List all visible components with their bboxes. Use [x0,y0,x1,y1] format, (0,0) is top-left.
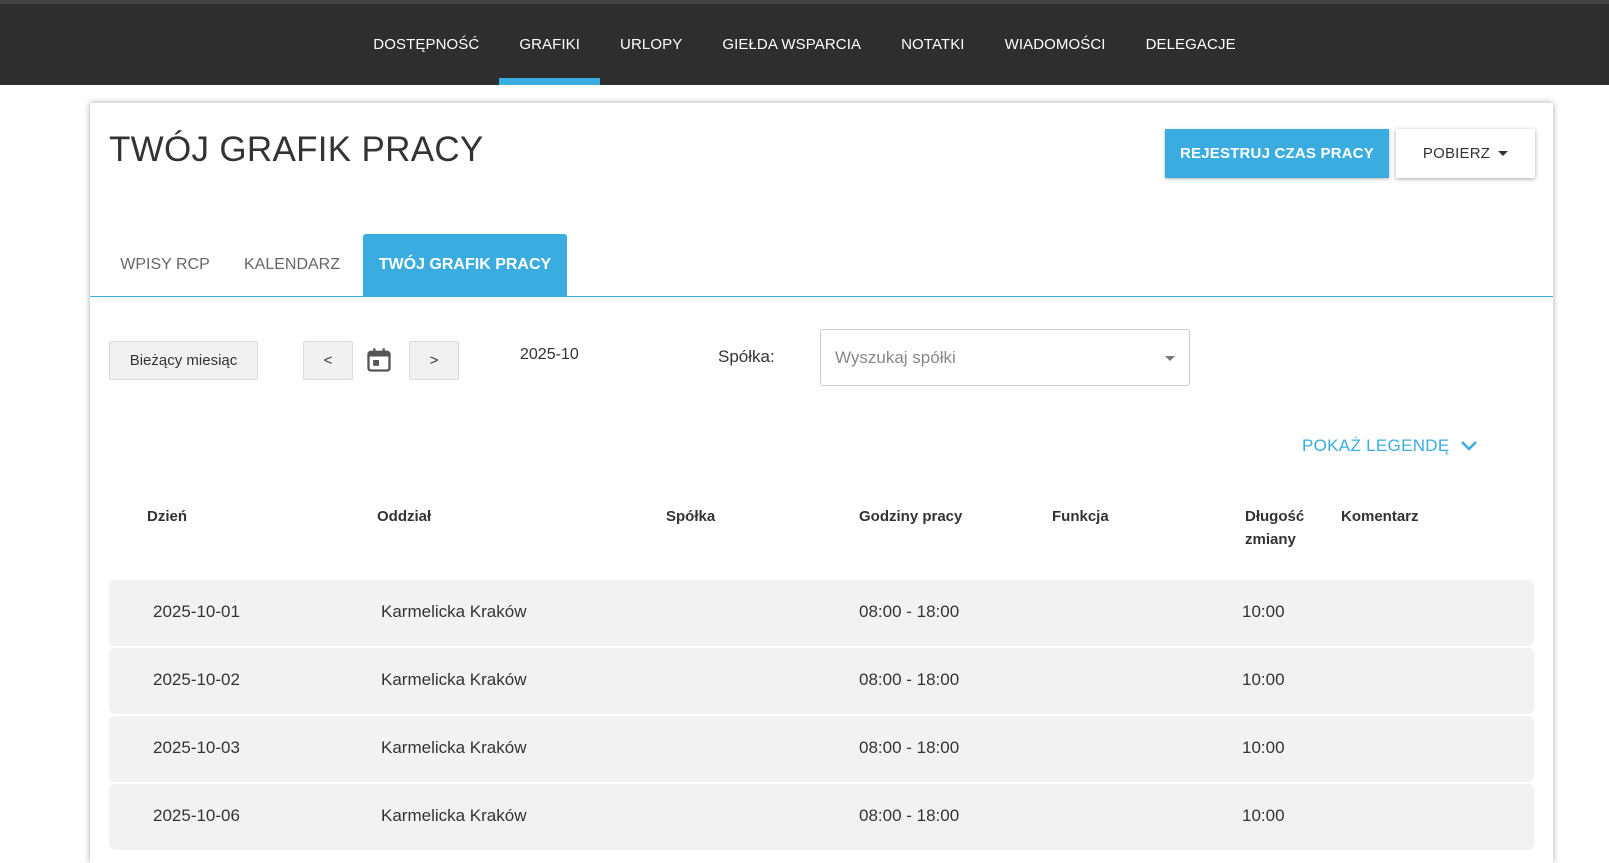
cell-branch: Karmelicka Kraków [381,602,527,621]
cell-hours: 08:00 - 18:00 [859,806,960,825]
header-branch: Oddział [377,508,432,525]
current-month-button[interactable]: Bieżący miesiąc [109,341,258,380]
show-legend-toggle[interactable]: POKAŻ LEGENDĘ [1302,436,1478,456]
cell-day: 2025-10-06 [153,806,240,825]
header-shift-length-line1: Długość [1245,508,1305,525]
download-button[interactable]: POBIERZ [1396,129,1535,178]
schedule-card: TWÓJ GRAFIK PRACY REJESTRUJ CZAS PRACY P… [90,103,1553,863]
header-function: Funkcja [1052,508,1109,525]
cell-day: 2025-10-03 [153,738,240,757]
company-search-select[interactable]: Wyszukaj spółki [820,329,1190,386]
cell-hours: 08:00 - 18:00 [859,738,960,757]
nav-item-gielda-wsparcia[interactable]: GIEŁDA WSPARCIA [702,4,881,85]
top-navigation-bar: DOSTĘPNOŚĆ GRAFIKI URLOPY GIEŁDA WSPARCI… [0,0,1609,85]
calendar-icon[interactable] [365,346,393,374]
nav-item-dostepnosc[interactable]: DOSTĘPNOŚĆ [353,4,499,85]
nav-item-wiadomosci[interactable]: WIADOMOŚCI [985,4,1126,85]
company-search-placeholder: Wyszukaj spółki [835,347,956,367]
cell-shift-length: 10:00 [1242,670,1285,689]
register-time-button[interactable]: REJESTRUJ CZAS PRACY [1165,129,1389,178]
next-month-button[interactable]: > [409,341,459,380]
view-tabs: WPISY RCP KALENDARZ TWÓJ GRAFIK PRACY [90,234,1553,297]
cell-branch: Karmelicka Kraków [381,670,527,689]
company-label: Spółka: [718,347,775,366]
prev-month-button[interactable]: < [303,341,353,380]
header-shift-length-line2: zmiany [1245,531,1296,548]
page-title: TWÓJ GRAFIK PRACY [109,130,484,169]
nav-item-urlopy[interactable]: URLOPY [600,4,702,85]
header-comment: Komentarz [1341,508,1419,525]
header-company: Spółka [666,508,716,525]
cell-shift-length: 10:00 [1242,602,1285,621]
table-row[interactable]: 2025-10-01 Karmelicka Kraków 08:00 - 18:… [109,580,1534,646]
cell-branch: Karmelicka Kraków [381,806,527,825]
tab-twoj-grafik-pracy[interactable]: TWÓJ GRAFIK PRACY [363,234,567,296]
nav-item-grafiki[interactable]: GRAFIKI [499,4,600,85]
nav-item-notatki[interactable]: NOTATKI [881,4,984,85]
show-legend-label: POKAŻ LEGENDĘ [1302,436,1450,455]
header-shift-length: Długość zmiany [1245,505,1304,551]
cell-hours: 08:00 - 18:00 [859,602,960,621]
caret-down-icon [1498,151,1509,156]
table-row[interactable]: 2025-10-06 Karmelicka Kraków 08:00 - 18:… [109,784,1534,850]
chevron-down-icon [1460,441,1477,451]
table-row[interactable]: 2025-10-03 Karmelicka Kraków 08:00 - 18:… [109,716,1534,782]
download-button-label: POBIERZ [1422,145,1491,162]
cell-day: 2025-10-01 [153,602,240,621]
cell-shift-length: 10:00 [1242,738,1285,757]
cell-day: 2025-10-02 [153,670,240,689]
header-day: Dzień [147,508,188,525]
chevron-down-icon [1165,356,1175,361]
table-row[interactable]: 2025-10-02 Karmelicka Kraków 08:00 - 18:… [109,648,1534,714]
tab-kalendarz[interactable]: KALENDARZ [227,234,357,296]
tab-wpisy-rcp[interactable]: WPISY RCP [109,234,221,296]
header-hours: Godziny pracy [859,508,963,525]
current-period: 2025-10 [520,346,579,363]
cell-hours: 08:00 - 18:00 [859,670,960,689]
cell-branch: Karmelicka Kraków [381,738,527,757]
cell-shift-length: 10:00 [1242,806,1285,825]
main-nav: DOSTĘPNOŚĆ GRAFIKI URLOPY GIEŁDA WSPARCI… [0,4,1609,85]
nav-item-delegacje[interactable]: DELEGACJE [1126,4,1256,85]
